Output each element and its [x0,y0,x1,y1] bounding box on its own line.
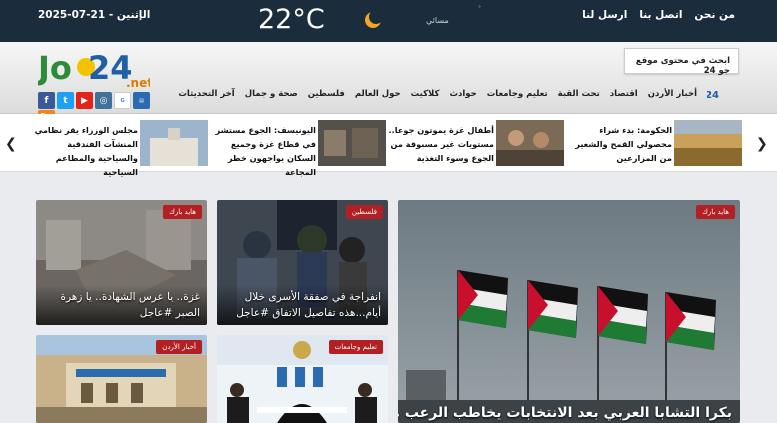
ticker-text: اليونيسف: الجوع مستشر في قطاع غزة وجميع … [215,125,316,177]
social-links: f t ▶ ◎ G ▤ [38,92,150,109]
ticker-next-arrow[interactable]: ❯ [756,136,768,152]
weather-dot: ° [478,5,481,12]
time-of-day: مسائي [426,16,449,25]
featured-title[interactable]: بكرا التشابا العربي بعد الانتخابات يخاطب… [398,405,740,423]
about-link[interactable]: من نحن [694,9,735,21]
category-badge[interactable]: هايد بارك [163,205,202,219]
ticker-item[interactable]: مجلس الوزراء يقر نظامي المنشآت الفندقية … [30,120,208,177]
top-bar: 2025-07-21 - الإثنين 22°C مسائي ° من نحن… [0,0,777,42]
category-badge[interactable]: هايد بارك [696,205,735,219]
nav-parliament[interactable]: تحت القبة [558,89,600,99]
ticker-item[interactable]: الحكومة: بدء شراء محصولي القمح والشعير م… [564,120,742,166]
search-box[interactable]: ابحث في محتوى موقع جو 24 [624,48,739,76]
top-links: من نحن اتصل بنا ارسل لنا [582,9,735,21]
nav-jordan-news[interactable]: أخبار الأردن [648,89,697,99]
ticker-text: الحكومة: بدء شراء محصولي القمح والشعير م… [575,125,672,163]
ticker-thumb [496,120,564,166]
news-ticker: ❮ ❯ الحكومة: بدء شراء محصولي القمح والشع… [0,114,777,177]
moon-cloud-icon [365,10,383,28]
nav-accidents[interactable]: حوادث [449,89,476,99]
article-card[interactable]: أخبار الأردن [36,335,207,423]
jo24-logo[interactable]: Jo 24 .net [38,47,150,89]
facebook-icon[interactable]: f [38,92,55,109]
ticker-prev-arrow[interactable]: ❮ [5,136,17,152]
ticker-thumb [674,120,742,166]
instagram-icon[interactable]: ◎ [95,92,112,109]
news-app-icon[interactable]: ▤ [133,92,150,109]
featured-image [398,200,740,423]
article-card[interactable]: فلسطين انفراجة في صفقة الأسرى خلال أيام.… [217,200,388,325]
category-badge[interactable]: فلسطين [345,205,383,219]
svg-text:Jo: Jo [38,49,72,87]
nav-world[interactable]: حول العالم [355,89,401,99]
youtube-icon[interactable]: ▶ [76,92,93,109]
home-logo-icon[interactable]: Jo 24 [707,88,733,100]
google-news-icon[interactable]: G [114,92,131,109]
ticker-item[interactable]: أطفال غزة يموتون جوعا.. مستويات غير مسبو… [386,120,564,166]
contact-link[interactable]: اتصل بنا [639,9,682,21]
article-card[interactable]: تعليم وجامعات [217,335,388,423]
ticker-item[interactable]: اليونيسف: الجوع مستشر في قطاع غزة وجميع … [208,120,386,177]
site-header: Jo 24 .net ابحث في محتوى موقع جو 24 f t … [0,42,777,127]
svg-text:.net: .net [126,76,150,89]
nav-health[interactable]: صحة و جمال [245,89,298,99]
ticker-text: أطفال غزة يموتون جوعا.. مستويات غير مسبو… [388,125,494,163]
nav-economy[interactable]: اقتصاد [610,89,638,99]
nav-education[interactable]: تعليم وجامعات [487,89,548,99]
ticker-thumb [140,120,208,166]
nav-clacket[interactable]: كلاكيت [411,89,440,99]
article-card[interactable]: هايد بارك غزة.. يا عرس الشهادة.. يا زهرة… [36,200,207,325]
send-us-link[interactable]: ارسل لنا [582,9,627,21]
ticker-thumb [318,120,386,166]
main-nav: Jo 24 أخبار الأردن اقتصاد تحت القبة تعلي… [178,88,733,100]
featured-article[interactable]: هايد بارك [398,200,740,423]
twitter-icon[interactable]: t [57,92,74,109]
nav-palestine[interactable]: فلسطين [308,89,345,99]
category-badge[interactable]: أخبار الأردن [156,340,202,354]
svg-text:24: 24 [707,90,719,100]
nav-latest[interactable]: آخر التحديثات [178,89,234,99]
article-title[interactable]: غزة.. يا عرس الشهادة.. يا زهرة الصبر #عا… [36,285,207,325]
temperature: 22°C [258,4,325,35]
current-date: 2025-07-21 - الإثنين [38,9,151,21]
article-title[interactable]: انفراجة في صفقة الأسرى خلال أيام...هذه ت… [217,285,388,325]
ticker-text: مجلس الوزراء يقر نظامي المنشآت الفندقية … [34,125,138,177]
category-badge[interactable]: تعليم وجامعات [328,340,383,354]
